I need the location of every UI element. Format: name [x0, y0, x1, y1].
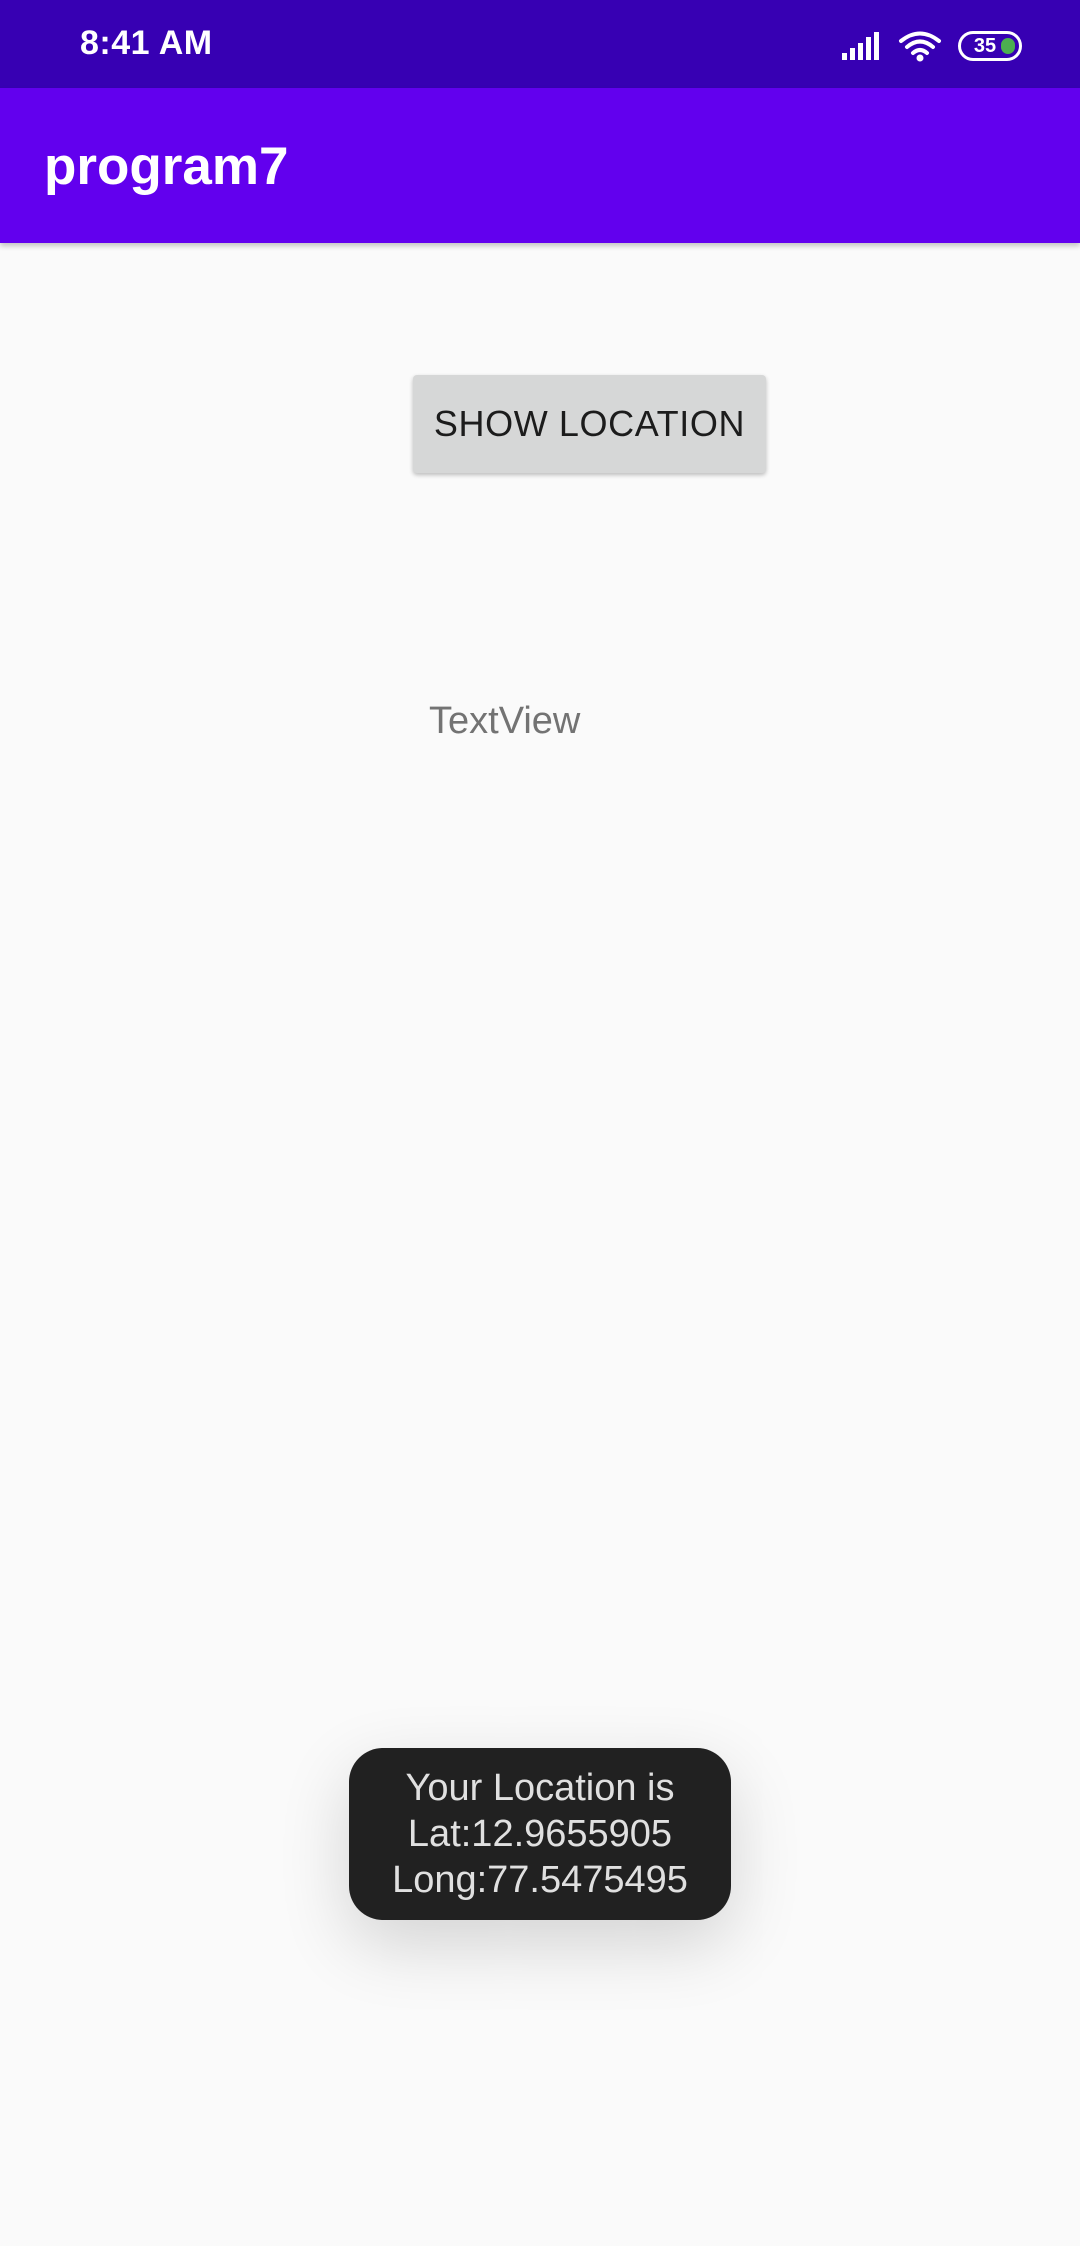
- status-time: 8:41 AM: [80, 24, 213, 62]
- signal-icon: [842, 32, 879, 60]
- status-icons: 35: [840, 28, 1022, 64]
- battery-icon: 35: [958, 31, 1022, 61]
- show-location-button[interactable]: SHOW LOCATION: [413, 375, 766, 473]
- status-bar: 8:41 AM 35: [0, 0, 1080, 88]
- wifi-icon: [899, 31, 941, 62]
- toast-line-latitude: Lat:12.9655905: [407, 1813, 673, 1855]
- battery-level: 35: [973, 34, 997, 57]
- app-title: program7: [44, 137, 289, 196]
- battery-fill: [1001, 38, 1015, 54]
- app-bar: program7: [0, 88, 1080, 243]
- location-toast: Your Location is Lat:12.9655905 Long:77.…: [349, 1748, 731, 1920]
- toast-line-longitude: Long:77.5475495: [392, 1859, 688, 1901]
- toast-line-title: Your Location is: [405, 1767, 675, 1809]
- text-view: TextView: [429, 700, 581, 742]
